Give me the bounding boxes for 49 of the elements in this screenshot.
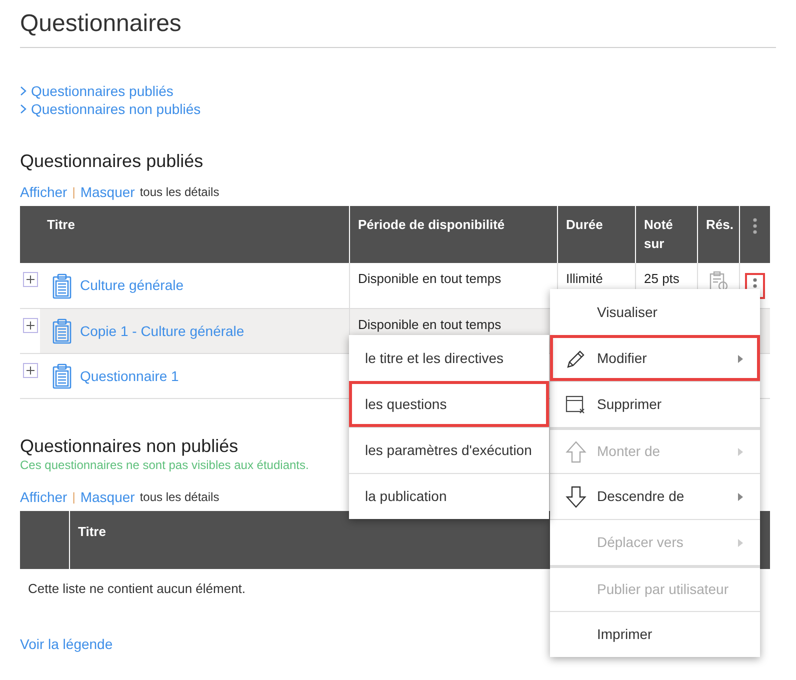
quiz-link[interactable]: Copie 1 - Culture générale bbox=[80, 320, 244, 342]
submenu-arrow-icon bbox=[738, 448, 743, 456]
more-icon bbox=[753, 218, 757, 234]
page-title: Questionnaires bbox=[20, 9, 182, 39]
submenu-arrow-icon bbox=[738, 354, 743, 362]
details-label: tous les détails bbox=[140, 184, 220, 201]
hide-link[interactable]: Masquer bbox=[80, 183, 135, 201]
table-cell: Illimité bbox=[566, 271, 603, 286]
menu-item[interactable]: Visualiser bbox=[550, 289, 760, 335]
legend-link[interactable]: Voir la légende bbox=[20, 636, 113, 652]
section-link[interactable]: Questionnaires non publiés bbox=[20, 100, 201, 118]
section-note: Ces questionnaires ne sont pas visibles aux étudiants. bbox=[20, 457, 309, 473]
show-link[interactable]: Afficher bbox=[20, 488, 68, 506]
up-arrow-icon bbox=[565, 440, 587, 464]
menu-item[interactable]: la publication bbox=[349, 473, 549, 519]
separator: | bbox=[72, 489, 76, 506]
column-header: Titre bbox=[20, 206, 349, 263]
table-cell: 25 pts bbox=[644, 271, 680, 286]
empty-message: Cette liste ne contient aucun élément. bbox=[28, 580, 246, 598]
column-header: Durée bbox=[557, 206, 635, 263]
down-arrow-icon bbox=[565, 484, 587, 508]
menu-item[interactable]: les paramètres d'exécution bbox=[349, 427, 549, 473]
quiz-link[interactable]: Questionnaire 1 bbox=[80, 366, 179, 386]
submenu-arrow-icon bbox=[738, 492, 743, 500]
quiz-link[interactable]: Culture générale bbox=[80, 275, 184, 296]
clipboard-icon bbox=[52, 272, 72, 298]
clipboard-icon bbox=[52, 318, 72, 344]
clipboard-icon bbox=[52, 363, 72, 389]
table-cell: Disponible en tout temps bbox=[358, 271, 502, 286]
submenu-arrow-icon bbox=[738, 538, 743, 546]
section-heading: Questionnaires publiés bbox=[20, 150, 204, 172]
section-link[interactable]: Questionnaires publiés bbox=[20, 82, 174, 100]
column-header bbox=[20, 511, 69, 569]
section-heading: Questionnaires non publiés bbox=[20, 435, 238, 457]
column-header: Période de disponibilité bbox=[349, 206, 557, 263]
column-header: Noté sur bbox=[635, 206, 697, 263]
delete-icon bbox=[565, 394, 587, 416]
menu-item[interactable]: les questions bbox=[349, 381, 549, 427]
hide-link[interactable]: Masquer bbox=[80, 488, 135, 506]
menu-item[interactable]: le titre et les directives bbox=[349, 335, 549, 381]
table-cell: Disponible en tout temps bbox=[358, 317, 502, 332]
menu-item[interactable]: Descendre de bbox=[550, 473, 760, 519]
details-label: tous les détails bbox=[140, 489, 220, 506]
menu-item[interactable]: Imprimer bbox=[550, 611, 760, 657]
show-link[interactable]: Afficher bbox=[20, 183, 68, 201]
column-header: Rés. bbox=[697, 206, 739, 263]
menu-item[interactable]: Modifier bbox=[550, 335, 760, 381]
separator: | bbox=[72, 184, 76, 201]
menu-item[interactable]: Supprimer bbox=[550, 381, 760, 427]
